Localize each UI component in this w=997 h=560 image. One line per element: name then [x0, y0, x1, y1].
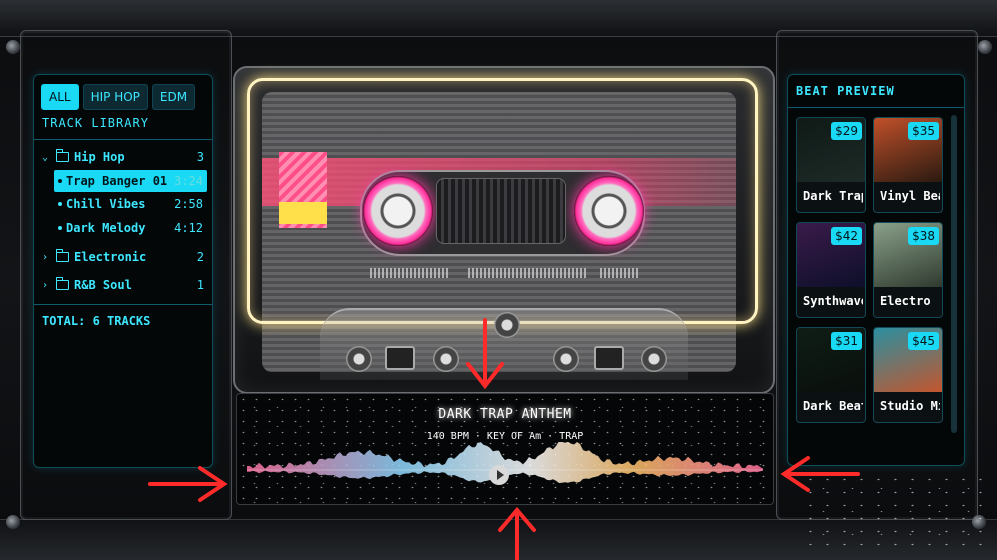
filter-tabs: ALL HIP HOP EDM [41, 84, 196, 110]
beat-preview-title: BEAT PREVIEW [796, 84, 895, 98]
track-name: Chill Vibes [66, 197, 146, 211]
library-title: TRACK LIBRARY [42, 116, 149, 130]
folder-name: Electronic [74, 250, 147, 264]
tab-hip-hop[interactable]: HIP HOP [82, 84, 148, 110]
cassette-hole-icon [553, 346, 579, 372]
folder-electronic[interactable]: › Electronic 2 [42, 249, 204, 264]
cassette-label-text [468, 268, 588, 278]
folder-count: 1 [196, 278, 204, 292]
folder-icon [56, 249, 69, 262]
folder-icon [56, 149, 69, 162]
divider [788, 107, 964, 108]
price-badge: $45 [908, 332, 939, 350]
chevron-right-icon: › [42, 251, 49, 263]
track-library-panel: ALL HIP HOP EDM TRACK LIBRARY ⌄ Hip Hop … [33, 74, 213, 468]
cassette-hole-icon [433, 346, 459, 372]
beat-card[interactable]: $38 Electro [873, 222, 943, 318]
track-name: Trap Banger 01 [66, 174, 168, 188]
beat-name: Electro [880, 294, 931, 308]
beat-card[interactable]: $31 Dark Beat [796, 327, 866, 423]
chevron-right-icon: › [42, 279, 49, 291]
arrow-up-icon [498, 506, 536, 560]
bullet-icon [58, 226, 62, 230]
track-duration: 4:12 [174, 221, 203, 235]
price-badge: $35 [908, 122, 939, 140]
folder-count: 3 [196, 150, 204, 164]
arrow-left-icon [780, 456, 860, 492]
cassette-slot-icon [385, 346, 415, 370]
tab-edm[interactable]: EDM [151, 84, 196, 110]
track-item[interactable]: Trap Banger 01 3:24 [54, 170, 207, 192]
beat-name: Dark Trap [803, 189, 863, 203]
folder-rnb-soul[interactable]: › R&B Soul 1 [42, 277, 204, 292]
cassette-hole-icon [346, 346, 372, 372]
cassette-label-text [370, 268, 450, 278]
divider [34, 139, 212, 140]
folder-count: 2 [196, 250, 204, 264]
cassette-hole-icon [641, 346, 667, 372]
total-tracks: TOTAL: 6 TRACKS [42, 314, 151, 328]
tab-all[interactable]: ALL [41, 84, 79, 110]
tape-grill [436, 178, 566, 244]
track-item[interactable]: Chill Vibes 2:58 [54, 193, 207, 215]
cassette-label-text [600, 268, 640, 278]
beat-card[interactable]: $35 Vinyl Beats [873, 117, 943, 213]
beat-card[interactable]: $29 Dark Trap [796, 117, 866, 213]
folder-hip-hop[interactable]: ⌄ Hip Hop 3 [42, 149, 204, 164]
track-meta: 140 BPM · KEY OF Am · TRAP [426, 431, 584, 442]
bullet-icon [58, 202, 62, 206]
chevron-down-icon: ⌄ [42, 151, 49, 163]
track-duration: 3:24 [174, 174, 203, 188]
screw-icon [978, 40, 992, 54]
cassette-label-block [279, 202, 327, 224]
arrow-down-icon [466, 318, 504, 390]
beat-card[interactable]: $45 Studio Mix [873, 327, 943, 423]
bullet-icon [58, 179, 62, 183]
arrow-right-icon [148, 466, 228, 502]
divider [34, 304, 212, 305]
screw-icon [6, 515, 20, 529]
play-icon[interactable] [489, 465, 509, 485]
now-playing-panel: DARK TRAP ANTHEM 140 BPM · KEY OF Am · T… [236, 393, 774, 505]
folder-name: Hip Hop [74, 150, 125, 164]
track-item[interactable]: Dark Melody 4:12 [54, 217, 207, 239]
beat-name: Vinyl Beats [880, 189, 940, 203]
folder-icon [56, 277, 69, 290]
left-reel-icon [363, 176, 433, 246]
beat-name: Synthwave [803, 294, 863, 308]
price-badge: $29 [831, 122, 862, 140]
cassette-slot-icon [594, 346, 624, 370]
track-duration: 2:58 [174, 197, 203, 211]
beat-card[interactable]: $42 Synthwave [796, 222, 866, 318]
folder-name: R&B Soul [74, 278, 132, 292]
price-badge: $31 [831, 332, 862, 350]
beat-list-scrollbar[interactable] [951, 115, 957, 433]
price-badge: $42 [831, 227, 862, 245]
screw-icon [6, 40, 20, 54]
beat-name: Dark Beat [803, 399, 863, 413]
beat-preview-panel: BEAT PREVIEW $29 Dark Trap $35 Vinyl Bea… [787, 74, 965, 466]
beat-name: Studio Mix [880, 399, 940, 413]
right-reel-icon [574, 176, 644, 246]
price-badge: $38 [908, 227, 939, 245]
track-name: Dark Melody [66, 221, 146, 235]
track-title: DARK TRAP ANTHEM [438, 407, 572, 422]
